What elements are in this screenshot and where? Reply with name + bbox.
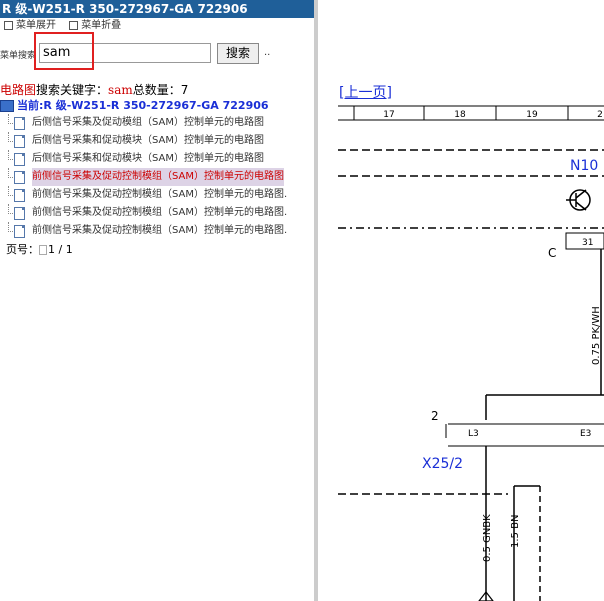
computer-icon [0,100,14,112]
more-link[interactable]: .. [264,47,270,58]
document-icon [14,225,25,238]
label-n10: N10 [570,158,598,174]
tree-item[interactable]: 前侧信号采集及促动控制模组（SAM）控制单元的电路图. [0,222,314,240]
summary-prefix[interactable]: 电路图 [0,83,36,97]
document-icon [14,189,25,202]
keyword-label: 搜索关键字： [36,83,109,97]
expand-radio[interactable] [4,20,13,30]
wire-label-2: 0.5 GNBK [482,514,493,562]
pin-e3: E3 [580,429,591,439]
total-value: 7 [180,83,189,97]
col-18: 18 [454,110,466,120]
document-icon [14,153,25,166]
current-vehicle[interactable]: 当前:R 级-W251-R 350-272967-GA 722906 [0,97,269,113]
left-panel: R 级-W251-R 350-272967-GA 722906 菜单展开 菜单折… [0,0,314,601]
collapse-radio[interactable] [69,20,79,30]
highlight-box [34,32,94,70]
document-icon [14,117,25,130]
tree-item-label[interactable]: 前侧信号采集及促动控制模组（SAM）控制单元的电路图 [32,168,285,186]
col-17: 17 [383,110,394,120]
pager-label: 页号： [6,243,39,256]
pager: 页号： 1 / 1 [6,241,73,257]
tree-item-label[interactable]: 前侧信号采集及促动控制模组（SAM）控制单元的电路图. [32,222,287,240]
keyword-value: sam [108,83,133,97]
search-button[interactable]: 搜索 [217,43,259,64]
label-c: C [548,246,556,260]
total-label: 总数量： [132,83,181,97]
pager-value: 1 / 1 [48,243,73,256]
pin-l3: L3 [468,429,479,439]
pin-31: 31 [582,238,593,248]
search-summary: 电路图搜索关键字：sam总数量：7 [0,81,188,98]
tree-item-selected[interactable]: 前侧信号采集及促动控制模组（SAM）控制单元的电路图 [0,168,314,186]
tree-item-label[interactable]: 前侧信号采集及促动控制模组（SAM）控制单元的电路图. [32,186,287,204]
tree-item-label[interactable]: 后侧信号采集及促动模组（SAM）控制单元的电路图 [32,114,264,132]
document-icon [14,207,25,220]
search-label: 菜单搜索 [0,51,37,61]
page-checkbox[interactable] [39,245,47,255]
result-tree: 后侧信号采集及促动模组（SAM）控制单元的电路图 后侧信号采集和促动模块（SAM… [0,114,314,240]
tree-item-label[interactable]: 后侧信号采集和促动模块（SAM）控制单元的电路图 [32,150,264,168]
expand-label[interactable]: 菜单展开 [16,20,56,31]
wire-label-1: 0.75 PK/WH [591,306,602,365]
tree-item-label[interactable]: 前侧信号采集及促动控制模组（SAM）控制单元的电路图. [32,204,287,222]
tree-item[interactable]: 后侧信号采集及促动模组（SAM）控制单元的电路图 [0,114,314,132]
tree-item[interactable]: 前侧信号采集及促动控制模组（SAM）控制单元的电路图. [0,186,314,204]
wire-label-3: 1.5 BN [510,515,521,548]
tree-item[interactable]: 后侧信号采集和促动模块（SAM）控制单元的电路图 [0,132,314,150]
tree-item-label[interactable]: 后侧信号采集和促动模块（SAM）控制单元的电路图 [32,132,264,150]
current-label[interactable]: 当前:R 级-W251-R 350-272967-GA 722906 [17,99,269,112]
col-20: 2 [597,110,603,120]
window-title: R 级-W251-R 350-272967-GA 722906 [0,0,314,18]
diagram-panel: [上一页] 17 18 19 2 N10 31 C 0.75 PK/WH 2 L… [318,0,604,601]
circuit-diagram: 17 18 19 2 N10 31 C 0.75 PK/WH 2 L3 E3 X… [338,105,604,601]
document-icon [14,135,25,148]
tree-item[interactable]: 后侧信号采集和促动模块（SAM）控制单元的电路图 [0,150,314,168]
document-icon [14,171,25,184]
label-2: 2 [431,409,439,423]
col-19: 19 [526,110,538,120]
collapse-label[interactable]: 菜单折叠 [81,20,121,31]
tree-item[interactable]: 前侧信号采集及促动控制模组（SAM）控制单元的电路图. [0,204,314,222]
label-x25-2: X25/2 [422,456,463,472]
